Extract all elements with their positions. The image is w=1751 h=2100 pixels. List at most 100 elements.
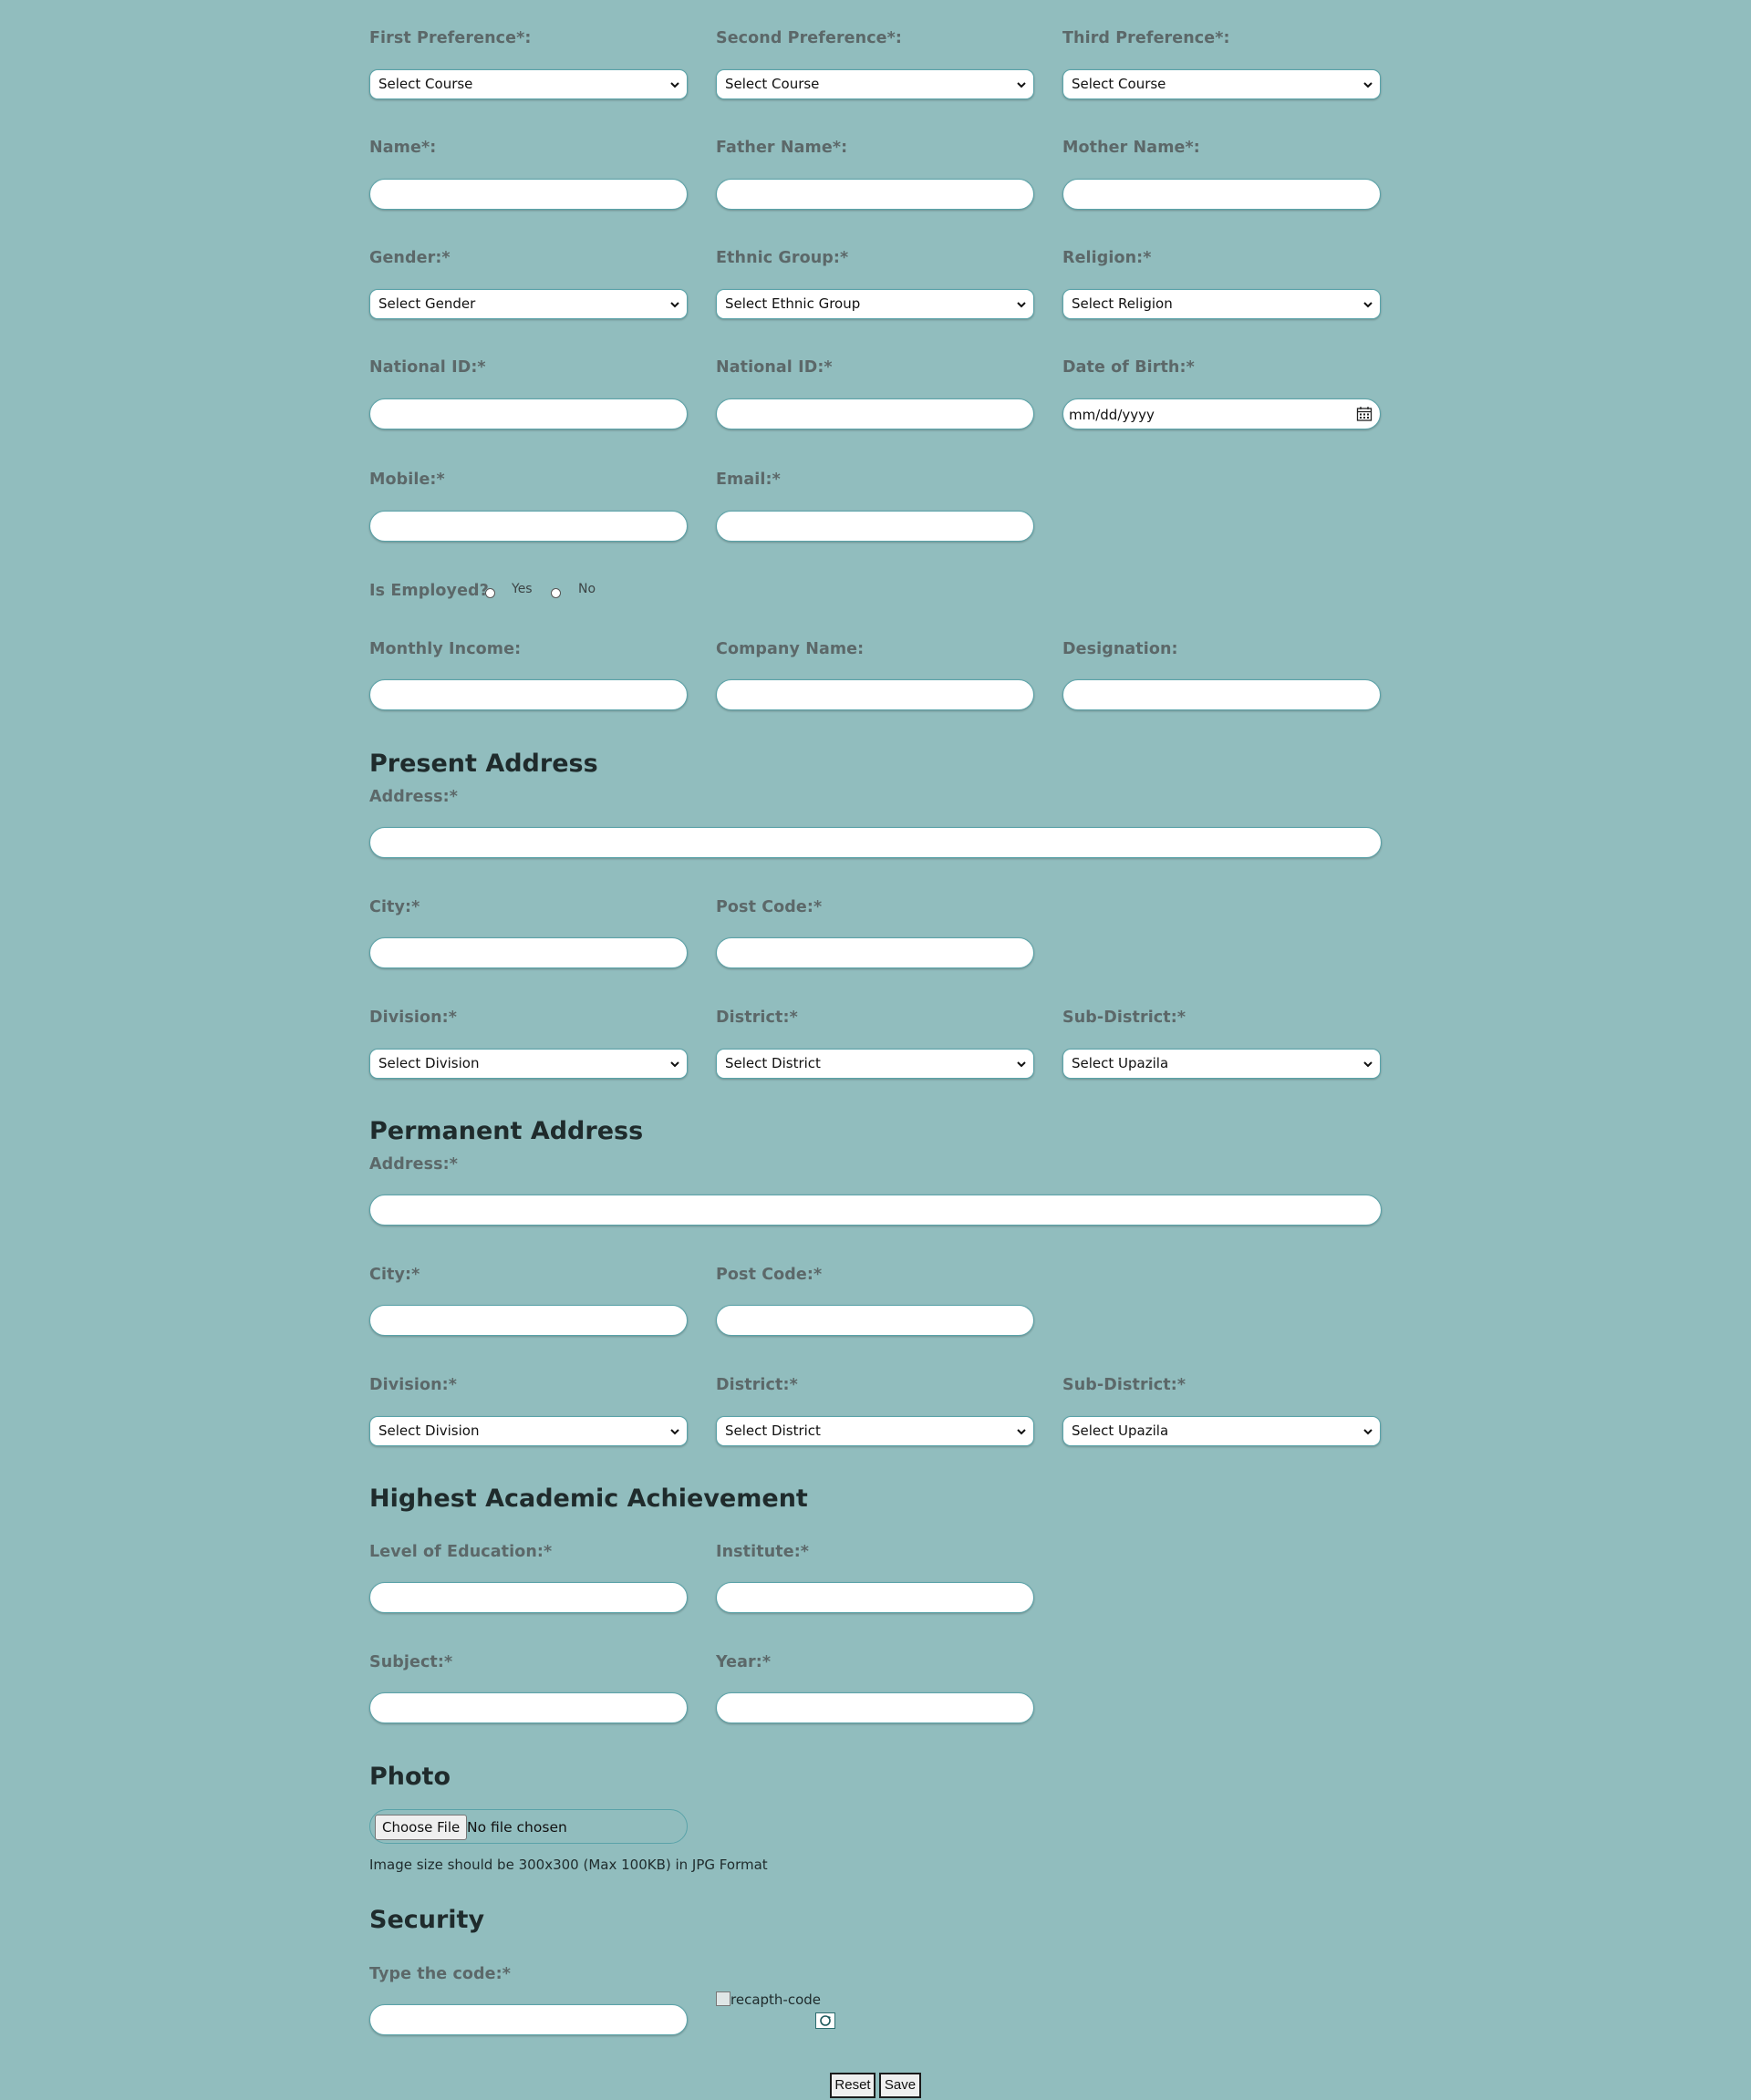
- captcha-input[interactable]: [369, 2004, 688, 2035]
- permanent-address-label: Address:*: [369, 1155, 458, 1174]
- second-preference-select[interactable]: Select Course: [716, 69, 1034, 99]
- present-division-select[interactable]: Select Division: [369, 1049, 688, 1079]
- present-division-value: Select Division: [378, 1055, 480, 1071]
- chevron-down-icon: [1017, 1061, 1026, 1068]
- employed-no-radio[interactable]: [551, 588, 561, 598]
- photo-file-input[interactable]: Choose File No file chosen: [369, 1809, 688, 1844]
- permanent-subdistrict-label: Sub-District:*: [1062, 1376, 1186, 1394]
- permanent-subdistrict-value: Select Upazila: [1072, 1422, 1169, 1439]
- captcha-image: recapth-code: [716, 1991, 821, 2008]
- type-code-label: Type the code:*: [369, 1965, 511, 1983]
- reset-button[interactable]: Reset: [830, 2073, 876, 2098]
- year-label: Year:*: [716, 1653, 772, 1671]
- refresh-captcha-button[interactable]: [815, 2012, 835, 2029]
- company-name-input[interactable]: [716, 679, 1034, 710]
- present-subdistrict-select[interactable]: Select Upazila: [1062, 1049, 1381, 1079]
- religion-select[interactable]: Select Religion: [1062, 289, 1381, 319]
- mobile-label: Mobile:*: [369, 471, 445, 489]
- captcha-alt-text: recapth-code: [730, 1991, 822, 2008]
- refresh-icon: [820, 2015, 831, 2026]
- ethnic-group-value: Select Ethnic Group: [725, 295, 861, 312]
- level-of-education-input[interactable]: [369, 1582, 688, 1613]
- ethnic-group-select[interactable]: Select Ethnic Group: [716, 289, 1034, 319]
- third-preference-select[interactable]: Select Course: [1062, 69, 1381, 99]
- permanent-subdistrict-select[interactable]: Select Upazila: [1062, 1416, 1381, 1446]
- chevron-down-icon: [670, 1429, 679, 1435]
- designation-label: Designation:: [1062, 640, 1178, 658]
- ethnic-group-label: Ethnic Group:*: [716, 249, 849, 267]
- broken-image-icon: [716, 1991, 730, 2006]
- date-of-birth-input[interactable]: mm/dd/yyyy: [1062, 398, 1381, 429]
- designation-input[interactable]: [1062, 679, 1381, 710]
- employed-yes-label: Yes: [512, 582, 533, 596]
- third-preference-label: Third Preference*:: [1062, 29, 1230, 47]
- permanent-district-select[interactable]: Select District: [716, 1416, 1034, 1446]
- permanent-postcode-input[interactable]: [716, 1305, 1034, 1336]
- present-address-label: Address:*: [369, 788, 458, 806]
- permanent-address-input[interactable]: [369, 1195, 1382, 1226]
- year-input[interactable]: [716, 1692, 1034, 1723]
- national-id-label: National ID:*: [369, 358, 486, 377]
- present-district-value: Select District: [725, 1055, 821, 1071]
- monthly-income-input[interactable]: [369, 679, 688, 710]
- chevron-down-icon: [1363, 1061, 1373, 1068]
- present-city-input[interactable]: [369, 937, 688, 968]
- mother-name-input[interactable]: [1062, 179, 1381, 210]
- no-file-text: No file chosen: [467, 1819, 567, 1836]
- photo-hint: Image size should be 300x300 (Max 100KB)…: [369, 1857, 768, 1873]
- permanent-district-label: District:*: [716, 1376, 798, 1394]
- first-preference-select[interactable]: Select Course: [369, 69, 688, 99]
- present-postcode-label: Post Code:*: [716, 898, 823, 916]
- security-heading: Security: [369, 1906, 485, 1934]
- permanent-division-select[interactable]: Select Division: [369, 1416, 688, 1446]
- save-button[interactable]: Save: [879, 2073, 921, 2098]
- first-preference-value: Select Course: [378, 76, 473, 92]
- second-preference-value: Select Course: [725, 76, 820, 92]
- first-preference-label: First Preference*:: [369, 29, 532, 47]
- present-subdistrict-label: Sub-District:*: [1062, 1009, 1186, 1027]
- gender-value: Select Gender: [378, 295, 476, 312]
- permanent-division-label: Division:*: [369, 1376, 457, 1394]
- level-of-education-label: Level of Education:*: [369, 1543, 553, 1561]
- application-form: First Preference*: Second Preference*: T…: [0, 0, 1751, 2100]
- present-postcode-input[interactable]: [716, 937, 1034, 968]
- national-id-input[interactable]: [369, 398, 688, 429]
- chevron-down-icon: [1363, 302, 1373, 308]
- chevron-down-icon: [1363, 82, 1373, 88]
- second-preference-label: Second Preference*:: [716, 29, 903, 47]
- permanent-city-input[interactable]: [369, 1305, 688, 1336]
- present-address-heading: Present Address: [369, 750, 598, 778]
- calendar-icon[interactable]: [1356, 406, 1373, 422]
- is-employed-label: Is Employed?: [369, 582, 489, 600]
- mobile-input[interactable]: [369, 511, 688, 542]
- gender-select[interactable]: Select Gender: [369, 289, 688, 319]
- present-district-select[interactable]: Select District: [716, 1049, 1034, 1079]
- chevron-down-icon: [670, 1061, 679, 1068]
- gender-label: Gender:*: [369, 249, 451, 267]
- chevron-down-icon: [1017, 302, 1026, 308]
- present-city-label: City:*: [369, 898, 420, 916]
- chevron-down-icon: [670, 302, 679, 308]
- name-label: Name*:: [369, 139, 437, 157]
- religion-label: Religion:*: [1062, 249, 1152, 267]
- subject-input[interactable]: [369, 1692, 688, 1723]
- institute-input[interactable]: [716, 1582, 1034, 1613]
- present-division-label: Division:*: [369, 1009, 457, 1027]
- choose-file-button[interactable]: Choose File: [375, 1815, 468, 1840]
- national-id-2-input[interactable]: [716, 398, 1034, 429]
- chevron-down-icon: [670, 82, 679, 88]
- email-input[interactable]: [716, 511, 1034, 542]
- employed-yes-radio[interactable]: [485, 588, 495, 598]
- present-subdistrict-value: Select Upazila: [1072, 1055, 1169, 1071]
- academic-heading: Highest Academic Achievement: [369, 1484, 808, 1513]
- permanent-district-value: Select District: [725, 1422, 821, 1439]
- father-name-input[interactable]: [716, 179, 1034, 210]
- present-address-input[interactable]: [369, 827, 1382, 858]
- father-name-label: Father Name*:: [716, 139, 848, 157]
- employed-no-label: No: [578, 582, 596, 596]
- subject-label: Subject:*: [369, 1653, 453, 1671]
- email-label: Email:*: [716, 471, 781, 489]
- name-input[interactable]: [369, 179, 688, 210]
- date-of-birth-label: Date of Birth:*: [1062, 358, 1195, 377]
- religion-value: Select Religion: [1072, 295, 1173, 312]
